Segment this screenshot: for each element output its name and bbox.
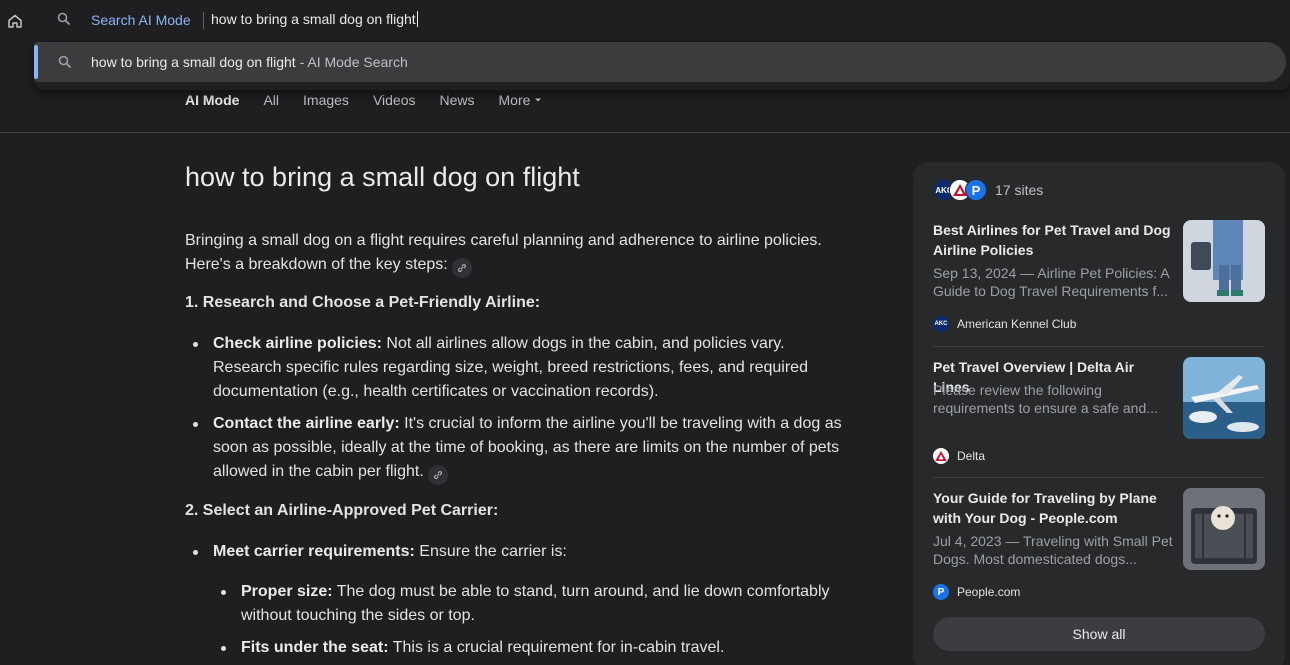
search-keyword-chip[interactable]: Search AI Mode [91,12,191,28]
omnibox-input[interactable]: how to bring a small dog on flight [211,11,418,27]
sources-header[interactable]: AKC P 17 sites [933,179,1043,201]
suggestion-hint: - AI Mode Search [295,54,408,70]
step-heading: 2. Select an Airline-Approved Pet Carrie… [185,502,499,519]
answer-title: how to bring a small dog on flight [185,162,580,192]
omnibox-dropdown: how to bring a small dog on flight - AI … [34,42,1290,90]
list-item: Check airline policies: Not all airlines… [193,332,843,404]
source-card[interactable]: Best Airlines for Pet Travel and Dog Air… [933,220,1265,335]
source-thumbnail[interactable] [1183,220,1265,302]
answer-intro-text: Bringing a small dog on a flight require… [185,232,822,273]
source-thumbnail[interactable] [1183,357,1265,439]
tab-videos[interactable]: Videos [373,92,416,108]
ai-answer: how to bring a small dog on flight Bring… [185,162,845,656]
selection-indicator [34,45,38,79]
source-snippet: Sep 13, 2024 — Airline Pet Policies: A G… [933,265,1169,299]
omnibox-bar: Search AI Mode how to bring a small dog … [0,0,1290,42]
sources-panel: AKC P 17 sites Best Airlines for Pet Tra… [913,162,1285,665]
tab-images[interactable]: Images [303,92,349,108]
divider [933,346,1265,347]
people-favicon: P [965,179,987,201]
link-icon[interactable] [451,258,472,278]
search-tabs: AI Mode All Images Videos News More [185,92,566,108]
search-icon [57,12,71,26]
tab-more[interactable]: More [499,92,543,108]
keyword-separator [203,12,204,29]
source-title[interactable]: Your Guide for Traveling by Plane with Y… [933,488,1173,528]
divider [933,477,1265,478]
sites-count: 17 sites [995,182,1044,198]
source-card[interactable]: Your Guide for Traveling by Plane with Y… [933,488,1265,603]
source-site: AKC American Kennel Club [933,316,1076,332]
answer-intro: Bringing a small dog on a flight require… [185,229,845,278]
text-caret [416,11,418,27]
suggestion-row[interactable]: how to bring a small dog on flight - AI … [34,42,1286,82]
source-name: People.com [957,585,1021,599]
search-icon [58,55,72,69]
search-results-page: AI Mode All Images Videos News More how … [0,42,1290,665]
list-item: Meet carrier requirements: Ensure the ca… [193,540,843,564]
suggestion-query: how to bring a small dog on flight [91,54,296,70]
source-site: Delta [933,448,985,464]
people-icon: P [933,584,949,600]
tab-news[interactable]: News [440,92,475,108]
bullet-text: This is a crucial requirement for in-cab… [388,639,725,656]
bullet-label: Fits under the seat: [241,639,389,656]
suggestion-text: how to bring a small dog on flight - AI … [91,54,408,70]
source-thumbnail[interactable] [1183,488,1265,570]
tab-all[interactable]: All [263,92,279,108]
show-all-button[interactable]: Show all [933,617,1265,651]
list-item: Contact the airline early: It's crucial … [193,412,843,485]
list-item: Fits under the seat: This is a crucial r… [221,636,841,660]
source-name: Delta [957,449,986,463]
tabs-divider [0,132,1290,133]
akc-icon: AKC [933,316,949,332]
bullet-label: Check airline policies: [213,335,382,352]
bullet-label: Proper size: [241,583,333,600]
source-site: P People.com [933,584,1020,600]
step-heading: 1. Research and Choose a Pet-Friendly Ai… [185,294,541,311]
source-snippet: Jul 4, 2023 — Traveling with Small Pet D… [933,533,1173,567]
list-item: Proper size: The dog must be able to sta… [221,580,841,628]
link-icon[interactable] [427,465,448,485]
caret-down-icon [535,98,542,102]
bullet-label: Contact the airline early: [213,415,400,432]
home-icon[interactable] [4,10,26,32]
source-card[interactable]: Pet Travel Overview | Delta Air Lines Pl… [933,357,1265,467]
omnibox-query: how to bring a small dog on flight [211,11,416,27]
source-title[interactable]: Best Airlines for Pet Travel and Dog Air… [933,220,1173,260]
tab-more-label: More [498,92,531,108]
bullet-label: Meet carrier requirements: [213,543,415,560]
source-snippet: Please review the following requirements… [933,382,1158,416]
bullet-text: Ensure the carrier is: [414,543,567,560]
tab-ai-mode[interactable]: AI Mode [185,92,239,108]
delta-icon [933,448,949,464]
source-name: American Kennel Club [957,317,1077,331]
